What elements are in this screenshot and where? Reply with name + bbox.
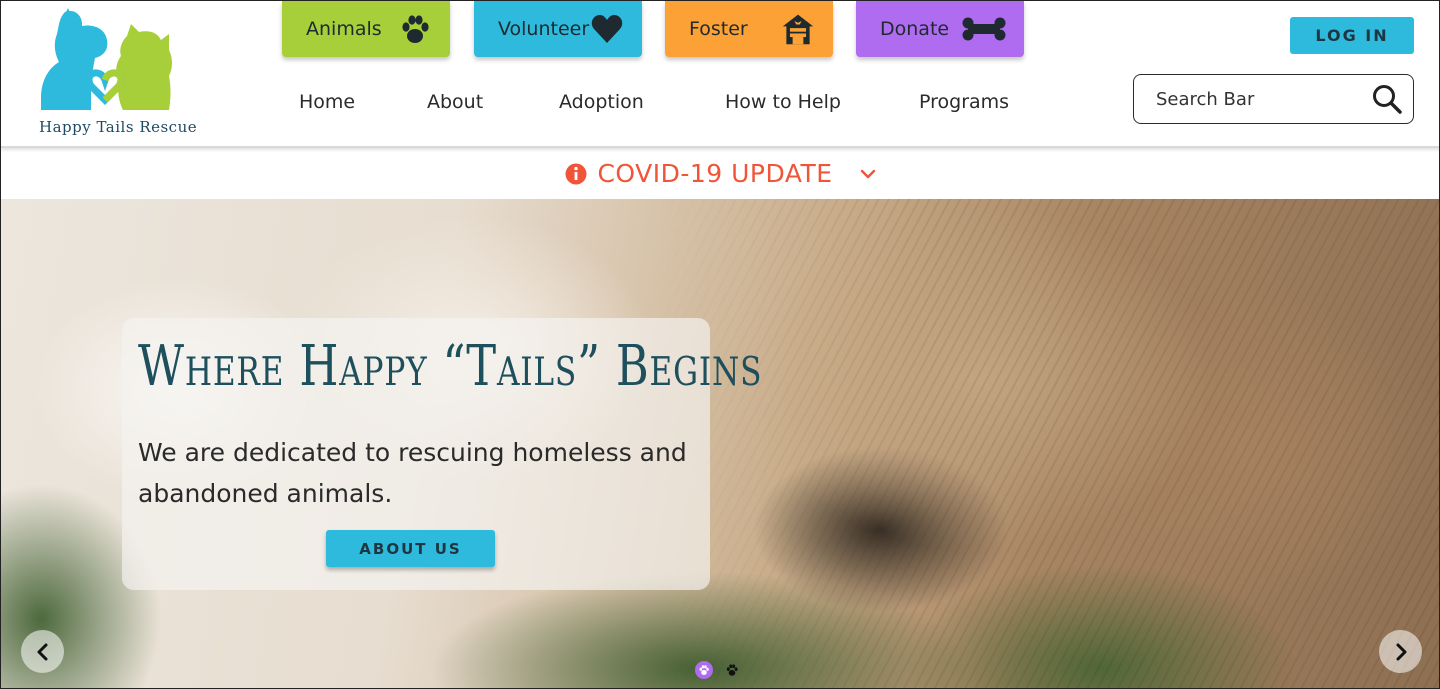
covid-update-label: COVID-19 UPDATE [597,159,833,188]
house-icon [781,12,815,46]
chevron-down-icon [859,165,877,183]
page-frame: Happy Tails Rescue Animals Volunteer Fos… [0,0,1440,689]
quick-nav-foster[interactable]: Foster [665,1,833,57]
hero-carousel: Where Happy “Tails” Begins We are dedica… [1,199,1439,688]
search-box [1133,74,1414,124]
paw-icon [699,665,709,675]
about-us-button[interactable]: ABOUT US [326,530,495,567]
nav-label: Home [299,91,356,113]
nav-home[interactable]: Home [299,91,355,115]
carousel-next-button[interactable] [1379,630,1422,673]
heart-icon [590,12,624,46]
hero-card: Where Happy “Tails” Begins We are dedica… [122,318,763,590]
bone-icon [962,12,1006,46]
quick-nav-label: Volunteer [498,18,590,40]
quick-nav-label: Animals [306,18,382,40]
nav-about[interactable]: About [427,91,483,115]
covid-update-banner[interactable]: COVID-19 UPDATE [1,148,1439,199]
nav-adoption[interactable]: Adoption [559,91,644,115]
logo-text: Happy Tails Rescue [39,118,198,136]
site-logo[interactable]: Happy Tails Rescue [35,6,198,142]
search-icon[interactable] [1371,83,1403,115]
carousel-dot-1[interactable] [695,661,713,679]
carousel-prev-button[interactable] [21,630,64,673]
carousel-indicators [695,660,745,680]
paw-icon [398,12,432,46]
info-icon [565,163,587,185]
nav-label: Adoption [559,91,644,113]
nav-label: How to Help [725,91,841,113]
nav-label: About [427,91,484,113]
nav-how-to-help[interactable]: How to Help [725,91,841,115]
nav-programs[interactable]: Programs [919,91,1009,115]
hero-subtitle: We are dedicated to rescuing homeless an… [138,438,687,508]
carousel-dot-2[interactable] [723,661,741,679]
logo-dog-cat-icon [41,8,172,110]
site-header: Happy Tails Rescue Animals Volunteer Fos… [1,1,1439,148]
nav-label: Programs [919,91,1010,113]
hero-title: Where Happy “Tails” Begins [138,334,763,399]
quick-nav-animals[interactable]: Animals [282,1,450,57]
login-label: LOG IN [1315,26,1389,45]
quick-nav-label: Donate [880,18,950,40]
search-input[interactable] [1156,88,1366,110]
about-us-label: ABOUT US [359,539,462,558]
quick-nav-volunteer[interactable]: Volunteer [474,1,642,57]
quick-nav-donate[interactable]: Donate [856,1,1024,57]
chevron-left-icon [37,643,47,660]
chevron-right-icon [1396,643,1406,660]
paw-icon [726,664,738,676]
quick-nav-label: Foster [689,18,748,40]
login-button[interactable]: LOG IN [1290,17,1414,54]
